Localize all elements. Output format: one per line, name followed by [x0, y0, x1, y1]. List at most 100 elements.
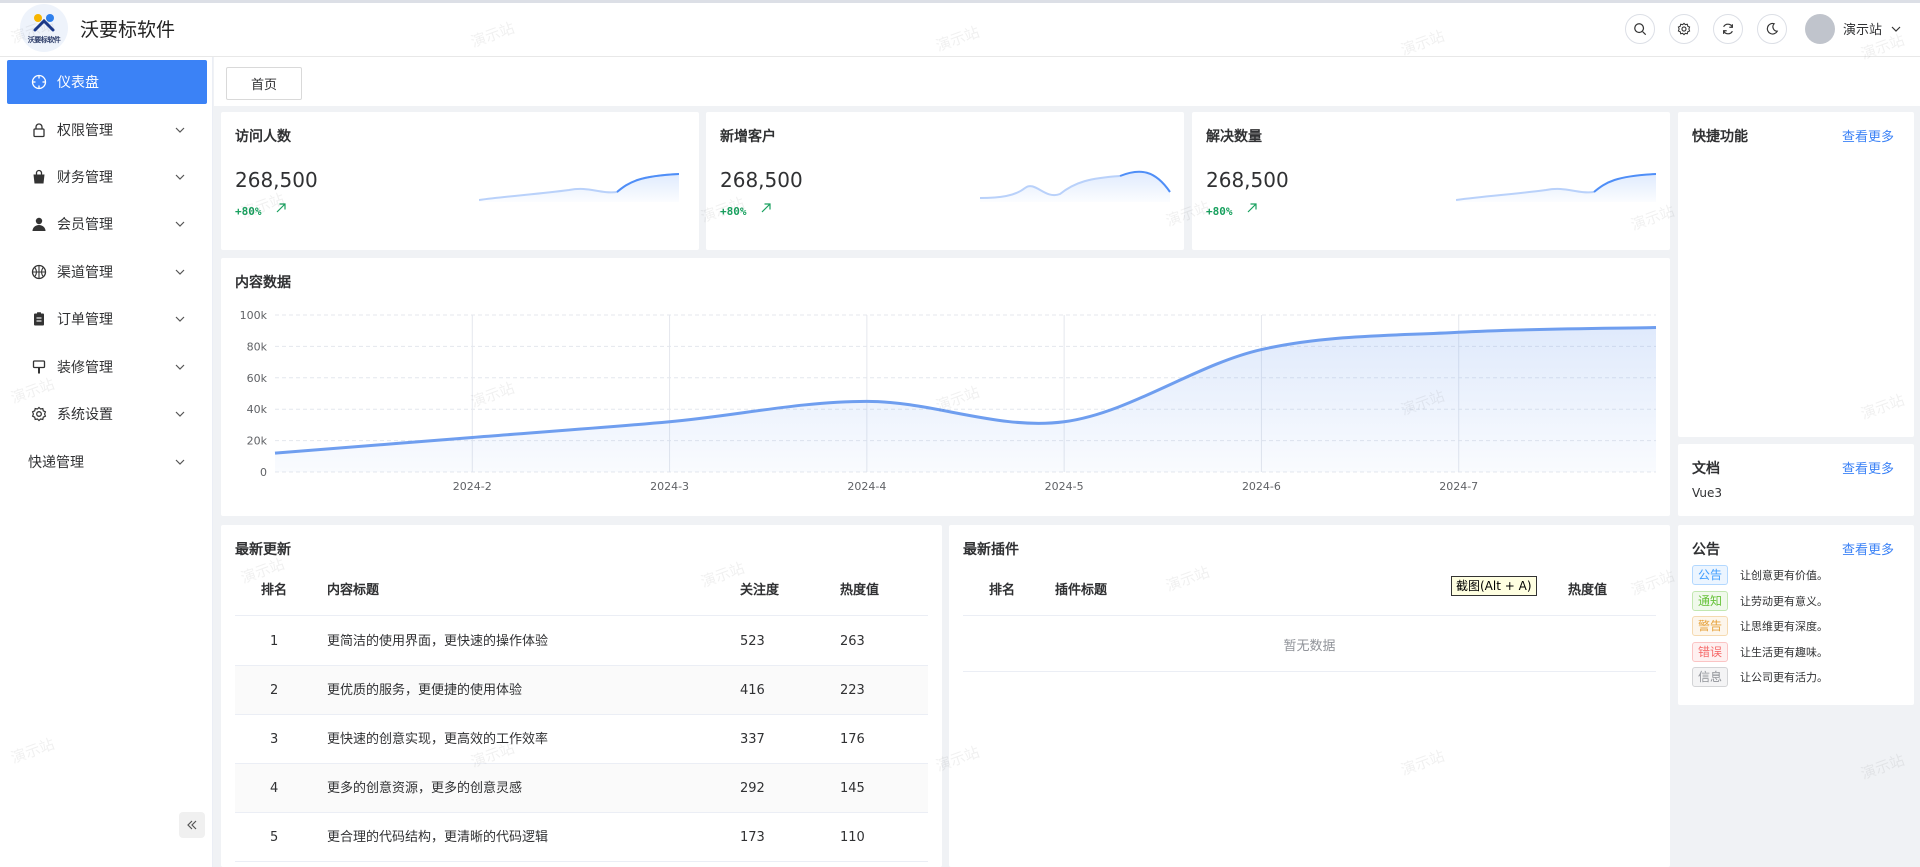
sidebar-item-label: 渠道管理 [57, 265, 113, 281]
moon-icon [1766, 22, 1779, 35]
notice-item[interactable]: 公告 让创意更有价值。 [1692, 565, 1828, 585]
cell-follow: 523 [740, 634, 765, 649]
sidebar-item-dashboard[interactable]: 仪表盘 [7, 60, 207, 104]
chevron-down-icon [175, 269, 185, 275]
table-row[interactable]: 1 更简洁的使用界面，更快速的操作体验 523 263 [235, 617, 928, 666]
app-logo[interactable]: 沃要标软件 沃要标软件 [20, 4, 175, 52]
notice-item[interactable]: 通知 让劳动更有意义。 [1692, 590, 1828, 611]
table-row[interactable]: 2 更优质的服务，更便捷的使用体验 416 223 [235, 666, 928, 715]
sidebar-item-label: 权限管理 [57, 123, 113, 139]
stat-delta: +80% [235, 205, 262, 218]
docs-item-vue3[interactable]: Vue3 [1692, 486, 1722, 500]
sidebar-item-express[interactable]: 快递管理 [7, 440, 207, 484]
cell-heat: 263 [840, 634, 865, 649]
x-tick-label: 2024-7 [1439, 480, 1478, 493]
sidebar-item-members[interactable]: 会员管理 [7, 202, 207, 246]
stat-title: 新增客户 [720, 129, 776, 145]
settings-button[interactable] [1668, 13, 1699, 44]
chevron-down-icon [175, 411, 185, 417]
chevron-down-icon[interactable] [1890, 23, 1902, 35]
double-chevron-left-icon [187, 820, 197, 830]
cell-title: 更合理的代码结构，更清晰的代码逻辑 [327, 830, 549, 845]
sparkline-chart [479, 173, 679, 202]
trend-up-icon [761, 203, 771, 213]
sidebar-item-system-settings[interactable]: 系统设置 [7, 392, 207, 436]
tab-home[interactable]: 首页 [226, 67, 302, 100]
cell-title: 更快速的创意实现，更高效的工作效率 [327, 732, 549, 747]
screenshot-tooltip: 截图(Alt + A) [1451, 576, 1537, 596]
sidebar-item-decoration[interactable]: 装修管理 [7, 345, 207, 389]
y-tick-label: 40k [247, 403, 268, 416]
logo-mark: 沃要标软件 [20, 4, 68, 52]
stat-card-new-customers: 新增客户 268,500 +80% [706, 112, 1184, 250]
docs-title: 文档 [1692, 461, 1720, 477]
cell-heat: 176 [840, 732, 865, 747]
content-area-chart: 100k 80k 60k 40k 20k 0 2024-2 2024-3 2024-4 2024-… [240, 309, 1657, 493]
user-name[interactable]: 演示站 [1843, 19, 1882, 38]
table-row[interactable]: 5 更合理的代码结构，更清晰的代码逻辑 173 110 [235, 813, 928, 862]
cell-follow: 292 [740, 781, 765, 796]
sidebar-item-label: 会员管理 [57, 217, 113, 233]
y-tick-label: 20k [247, 435, 268, 448]
search-icon [1634, 22, 1647, 35]
cell-heat: 145 [840, 781, 865, 796]
sidebar-collapse-button[interactable] [179, 812, 205, 838]
cell-follow: 416 [740, 683, 765, 698]
col-heat: 热度值 [1568, 583, 1608, 598]
table-header: 排名 插件标题 热度值 [963, 566, 1656, 616]
notice-item[interactable]: 信息 让公司更有活力。 [1692, 667, 1828, 687]
cell-follow: 337 [740, 732, 765, 747]
empty-state: 暂无数据 [963, 622, 1656, 672]
x-tick-label: 2024-4 [847, 480, 886, 493]
series-area [275, 327, 1656, 472]
stat-card-visitors: 访问人数 268,500 +80% [221, 112, 699, 250]
y-tick-label: 100k [240, 309, 268, 322]
cell-title: 更多的创意资源，更多的创意灵感 [327, 781, 523, 796]
x-tick-label: 2024-6 [1242, 480, 1281, 493]
sparkline-chart [980, 170, 1171, 202]
col-title: 内容标题 [327, 583, 380, 598]
x-tick-label: 2024-3 [650, 480, 689, 493]
notice-item[interactable]: 错误 让生活更有趣味。 [1692, 641, 1828, 662]
notice-text: 让思维更有深度。 [1740, 620, 1828, 633]
notices-more-link[interactable]: 查看更多 [1842, 539, 1894, 558]
col-rank: 排名 [261, 583, 288, 598]
docs-more-link[interactable]: 查看更多 [1842, 458, 1894, 477]
notice-tag: 公告 [1692, 565, 1728, 585]
sidebar-item-label: 订单管理 [57, 312, 113, 328]
watermark: 演示站 [1858, 750, 1907, 784]
user-avatar[interactable] [1804, 13, 1835, 44]
dashboard-icon [31, 74, 47, 90]
sidebar-item-label: 装修管理 [57, 360, 113, 376]
y-tick-label: 80k [247, 340, 268, 353]
sidebar-item-channels[interactable]: 渠道管理 [7, 250, 207, 294]
app-title: 沃要标软件 [80, 18, 176, 41]
refresh-button[interactable] [1712, 13, 1743, 44]
sidebar-item-finance[interactable]: 财务管理 [7, 155, 207, 199]
sidebar-item-orders[interactable]: 订单管理 [7, 297, 207, 341]
quick-title: 快捷功能 [1692, 129, 1748, 145]
cell-rank: 2 [270, 683, 279, 698]
chevron-down-icon [175, 364, 185, 370]
refresh-icon [1723, 23, 1733, 34]
theme-toggle-button[interactable] [1756, 13, 1787, 44]
sidebar-item-label: 快递管理 [28, 455, 84, 471]
bag-icon [31, 169, 47, 185]
updates-title: 最新更新 [235, 542, 291, 558]
sidebar-item-permissions[interactable]: 权限管理 [7, 108, 207, 152]
table-row[interactable]: 4 更多的创意资源，更多的创意灵感 292 145 [235, 764, 928, 813]
chevron-down-icon [175, 459, 185, 465]
search-button[interactable] [1624, 13, 1655, 44]
logo-icon [33, 13, 55, 31]
notice-item[interactable]: 警告 让思维更有深度。 [1692, 616, 1828, 636]
y-tick-label: 60k [247, 372, 268, 385]
y-tick-label: 0 [260, 466, 267, 479]
stat-value: 268,500 [1206, 168, 1289, 192]
quick-functions-card: 快捷功能 查看更多 [1678, 112, 1914, 437]
col-rank: 排名 [989, 583, 1016, 598]
chevron-down-icon [175, 127, 185, 133]
table-row[interactable]: 3 更快速的创意实现，更高效的工作效率 337 176 [235, 715, 928, 764]
cell-title: 更简洁的使用界面，更快速的操作体验 [327, 634, 549, 649]
cell-title: 更优质的服务，更便捷的使用体验 [327, 683, 523, 698]
quick-more-link[interactable]: 查看更多 [1842, 126, 1894, 145]
